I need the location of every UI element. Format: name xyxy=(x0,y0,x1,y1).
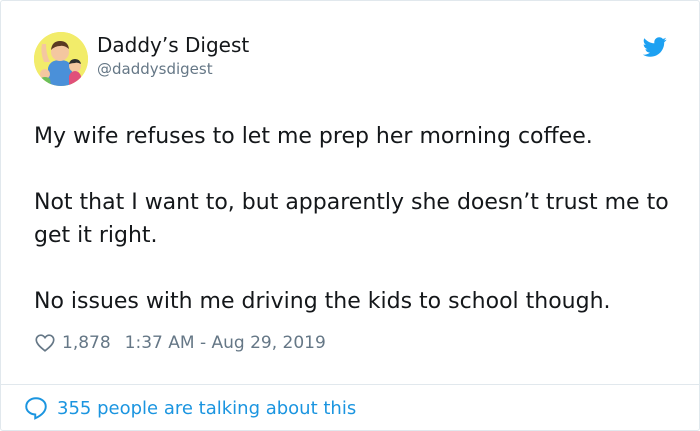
divider xyxy=(1,384,699,385)
tweet-meta: 1,878 1:37 AM - Aug 29, 2019 xyxy=(34,331,326,355)
avatar-illustration-icon xyxy=(34,32,88,86)
conversation-label[interactable]: 355 people are talking about this xyxy=(57,398,356,419)
tweet-paragraph: Not that I want to, but apparently she d… xyxy=(34,190,669,248)
tweet-text: My wife refuses to let me prep her morni… xyxy=(34,120,674,318)
author-display-name[interactable]: Daddy’s Digest xyxy=(97,33,249,57)
speech-bubble-icon xyxy=(25,397,47,420)
author-handle[interactable]: @daddysdigest xyxy=(97,59,213,79)
heart-outline-icon[interactable] xyxy=(34,332,56,354)
tweet-timestamp[interactable]: 1:37 AM - Aug 29, 2019 xyxy=(125,333,326,353)
twitter-bird-icon[interactable] xyxy=(643,35,667,59)
like-count[interactable]: 1,878 xyxy=(62,333,111,353)
avatar[interactable] xyxy=(34,32,88,86)
tweet-paragraph: My wife refuses to let me prep her morni… xyxy=(34,124,593,149)
conversation-link[interactable]: 355 people are talking about this xyxy=(23,395,356,421)
tweet-paragraph: No issues with me driving the kids to sc… xyxy=(34,289,611,314)
tweet-card: Daddy’s Digest @daddysdigest My wife ref… xyxy=(0,0,700,431)
